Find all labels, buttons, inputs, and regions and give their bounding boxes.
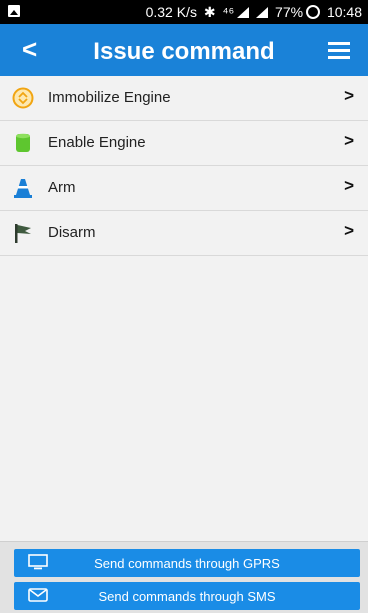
signal-icon — [237, 7, 250, 18]
command-label: Disarm — [48, 224, 96, 241]
command-label: Enable Engine — [48, 134, 146, 151]
disarm-flag-icon — [15, 224, 31, 243]
battery-ring-icon — [306, 5, 321, 19]
immobilize-engine-icon — [12, 87, 34, 109]
command-label: Arm — [48, 179, 76, 196]
enable-engine-icon — [16, 133, 30, 152]
status-bar: 0.32 K/s ✱ ⁴⁶ 77% 10:48 — [0, 0, 368, 24]
command-enable-engine[interactable]: Enable Engine > — [0, 121, 368, 166]
send-sms-button[interactable]: Send commands through SMS — [14, 582, 360, 610]
chevron-right-icon: > — [344, 221, 354, 240]
signal-2-icon — [256, 7, 269, 18]
chevron-right-icon: > — [344, 131, 354, 150]
page-title: Issue command — [93, 38, 275, 65]
command-list: Immobilize Engine > Enable Engine > Arm … — [0, 76, 368, 256]
status-indicators: 0.32 K/s ✱ ⁴⁶ 77% 10:48 — [143, 4, 362, 21]
chevron-right-icon: > — [344, 86, 354, 105]
send-gprs-label: Send commands through GPRS — [94, 556, 280, 571]
clock: 10:48 — [326, 4, 362, 20]
send-gprs-button[interactable]: Send commands through GPRS — [14, 549, 360, 577]
command-disarm[interactable]: Disarm > — [0, 211, 368, 256]
command-label: Immobilize Engine — [48, 89, 171, 106]
chevron-right-icon: > — [344, 176, 354, 195]
send-sms-label: Send commands through SMS — [98, 589, 276, 604]
gallery-notification-icon — [8, 5, 20, 17]
action-bar: Send commands through GPRS Send commands… — [0, 541, 368, 613]
command-immobilize-engine[interactable]: Immobilize Engine > — [0, 76, 368, 121]
network-speed: 0.32 K/s — [145, 4, 197, 20]
app-bar: < Issue command — [0, 24, 368, 76]
bluetooth-icon: ✱ — [203, 4, 216, 20]
command-arm[interactable]: Arm > — [0, 166, 368, 211]
battery-level: 77% — [275, 4, 304, 20]
menu-list-icon[interactable] — [328, 40, 350, 60]
arm-cone-icon — [14, 179, 32, 198]
network-type: ⁴⁶ — [222, 4, 235, 20]
